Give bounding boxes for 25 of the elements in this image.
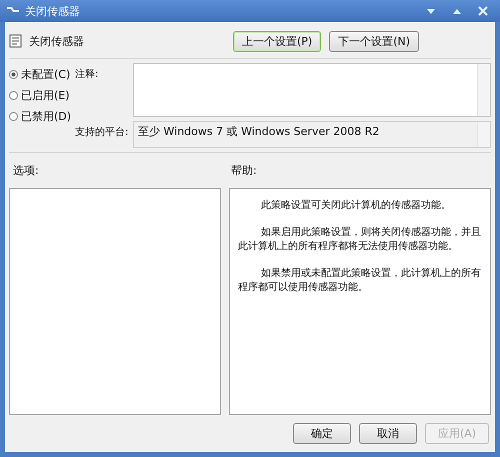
options-label: 选项: [13, 163, 40, 178]
radio-option[interactable]: 已启用(E) [9, 88, 75, 103]
navigation-button[interactable]: 上一个设置(P) [232, 30, 322, 52]
help-label: 帮助: [231, 163, 257, 178]
radio-icon[interactable] [9, 70, 18, 79]
dialog-button[interactable]: 确定 [293, 423, 351, 444]
minimize-icon[interactable] [426, 7, 436, 15]
help-paragraph: 如果启用此策略设置，则将关闭传感器功能，并且此计算机上的所有程序都将无法使用传感器功能。 [238, 226, 482, 254]
policy-title: 关闭传感器 [29, 34, 84, 48]
dialog-button[interactable]: 取消 [359, 423, 417, 444]
help-paragraph: 如果禁用或未配置此策略设置，此计算机上的所有程序都可以使用传感器功能。 [238, 266, 482, 295]
radio-icon[interactable] [9, 91, 18, 100]
window-title: 关闭传感器 [25, 4, 80, 18]
help-paragraph: 此策略设置可关闭此计算机的传感器功能。 [260, 199, 452, 213]
maximize-icon[interactable] [452, 7, 462, 15]
platform-label: 支持的平台: [75, 126, 130, 140]
close-icon[interactable] [478, 6, 488, 16]
navigation-button[interactable]: 下一个设置(N) [329, 30, 419, 52]
comment-field[interactable] [133, 63, 491, 117]
radio-option[interactable]: 未配置(C) [9, 67, 75, 82]
radio-option[interactable]: 已禁用(D) [9, 109, 75, 124]
platform-field: 至少 Windows 7 或 Windows Server 2008 R2 [133, 121, 491, 148]
settings-page-icon [9, 34, 23, 48]
comment-label: 注释: [75, 68, 100, 82]
radio-icon[interactable] [9, 112, 18, 121]
